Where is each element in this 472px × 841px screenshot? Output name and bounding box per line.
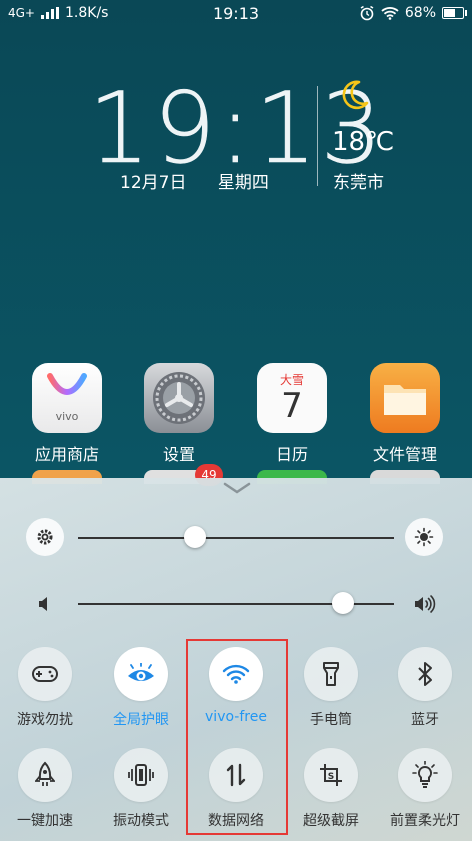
calendar-day: 7 bbox=[281, 386, 303, 426]
app-icon-file-manager[interactable]: 文件管理 bbox=[360, 363, 450, 465]
toggle-label: 振动模式 bbox=[113, 813, 169, 829]
app-icon-calendar[interactable]: 大雪 7 日历 bbox=[247, 363, 337, 465]
brightness-max-button[interactable] bbox=[405, 518, 443, 556]
volume-slider-thumb[interactable] bbox=[332, 592, 355, 614]
toggle-super-screenshot[interactable]: S 超级截屏 bbox=[284, 748, 378, 830]
toggle-label: 一键加速 bbox=[17, 813, 73, 829]
toggle-label: 游戏勿扰 bbox=[17, 712, 73, 728]
settings-gear-icon bbox=[144, 363, 214, 433]
volume-low-icon[interactable] bbox=[37, 596, 51, 612]
weather-city[interactable]: 东莞市 bbox=[333, 168, 384, 193]
bluetooth-icon bbox=[418, 662, 432, 686]
toggle-label: 手电筒 bbox=[310, 712, 352, 728]
wifi-status-icon bbox=[381, 7, 399, 20]
toggle-vibrate[interactable]: 振动模式 bbox=[94, 748, 188, 830]
app-label: 应用商店 bbox=[34, 445, 99, 464]
toggle-eye-protection[interactable]: 全局护眼 bbox=[94, 647, 188, 729]
calendar-icon: 大雪 7 bbox=[257, 363, 327, 433]
vivo-app-store-icon: vivo bbox=[32, 363, 102, 433]
rocket-icon bbox=[35, 761, 55, 786]
app-label: 日历 bbox=[275, 445, 308, 464]
highlight-box bbox=[186, 639, 288, 835]
toggle-label: 超级截屏 bbox=[303, 813, 359, 829]
collapse-chevron-icon[interactable] bbox=[223, 481, 251, 495]
brightness-slider-row bbox=[0, 518, 472, 558]
gamepad-icon bbox=[32, 666, 58, 682]
volume-high-icon[interactable] bbox=[413, 594, 437, 614]
alarm-icon bbox=[360, 5, 374, 21]
clock-weekday: 星期四 bbox=[217, 173, 269, 193]
moon-weather-icon bbox=[342, 80, 369, 110]
battery-percent: 68% bbox=[404, 5, 436, 21]
toggle-boost[interactable]: 一键加速 bbox=[0, 748, 92, 830]
status-bar: 4G+ 1.8K/s 19:13 68% bbox=[0, 0, 472, 28]
app-icon-app-store[interactable]: vivo 应用商店 bbox=[22, 363, 112, 465]
sun-icon bbox=[414, 527, 434, 547]
screenshot-icon: S bbox=[320, 764, 342, 786]
gear-icon bbox=[37, 529, 53, 545]
brightness-slider-track[interactable] bbox=[78, 537, 394, 539]
toggle-label: 全局护眼 bbox=[113, 712, 169, 728]
brightness-slider-thumb[interactable] bbox=[183, 526, 206, 548]
toggle-flashlight[interactable]: 手电筒 bbox=[284, 647, 378, 729]
eye-icon bbox=[128, 663, 154, 681]
clock-date: 12月7日 bbox=[120, 173, 187, 193]
app-label: 设置 bbox=[162, 445, 195, 464]
vivo-brand-text: vivo bbox=[55, 410, 79, 423]
app-icon-settings[interactable]: 设置 bbox=[134, 363, 224, 465]
vibrate-icon bbox=[128, 764, 154, 786]
bulb-icon bbox=[412, 761, 438, 788]
toggle-label: 前置柔光灯 bbox=[390, 813, 460, 829]
toggle-bluetooth[interactable]: 蓝牙 bbox=[378, 647, 472, 729]
battery-icon bbox=[442, 7, 467, 19]
flashlight-icon bbox=[323, 662, 339, 686]
auto-brightness-button[interactable] bbox=[26, 518, 64, 556]
toggle-label: 蓝牙 bbox=[411, 712, 439, 728]
app-label: 文件管理 bbox=[372, 445, 437, 464]
weather-temperature[interactable]: 18℃ bbox=[332, 127, 394, 157]
volume-slider-row bbox=[0, 584, 472, 624]
widget-divider bbox=[317, 86, 318, 186]
folder-icon bbox=[370, 363, 440, 433]
toggle-game-mode[interactable]: 游戏勿扰 bbox=[0, 647, 92, 729]
svg-text:S: S bbox=[328, 772, 334, 782]
toggle-front-soft-light[interactable]: 前置柔光灯 bbox=[378, 748, 472, 830]
